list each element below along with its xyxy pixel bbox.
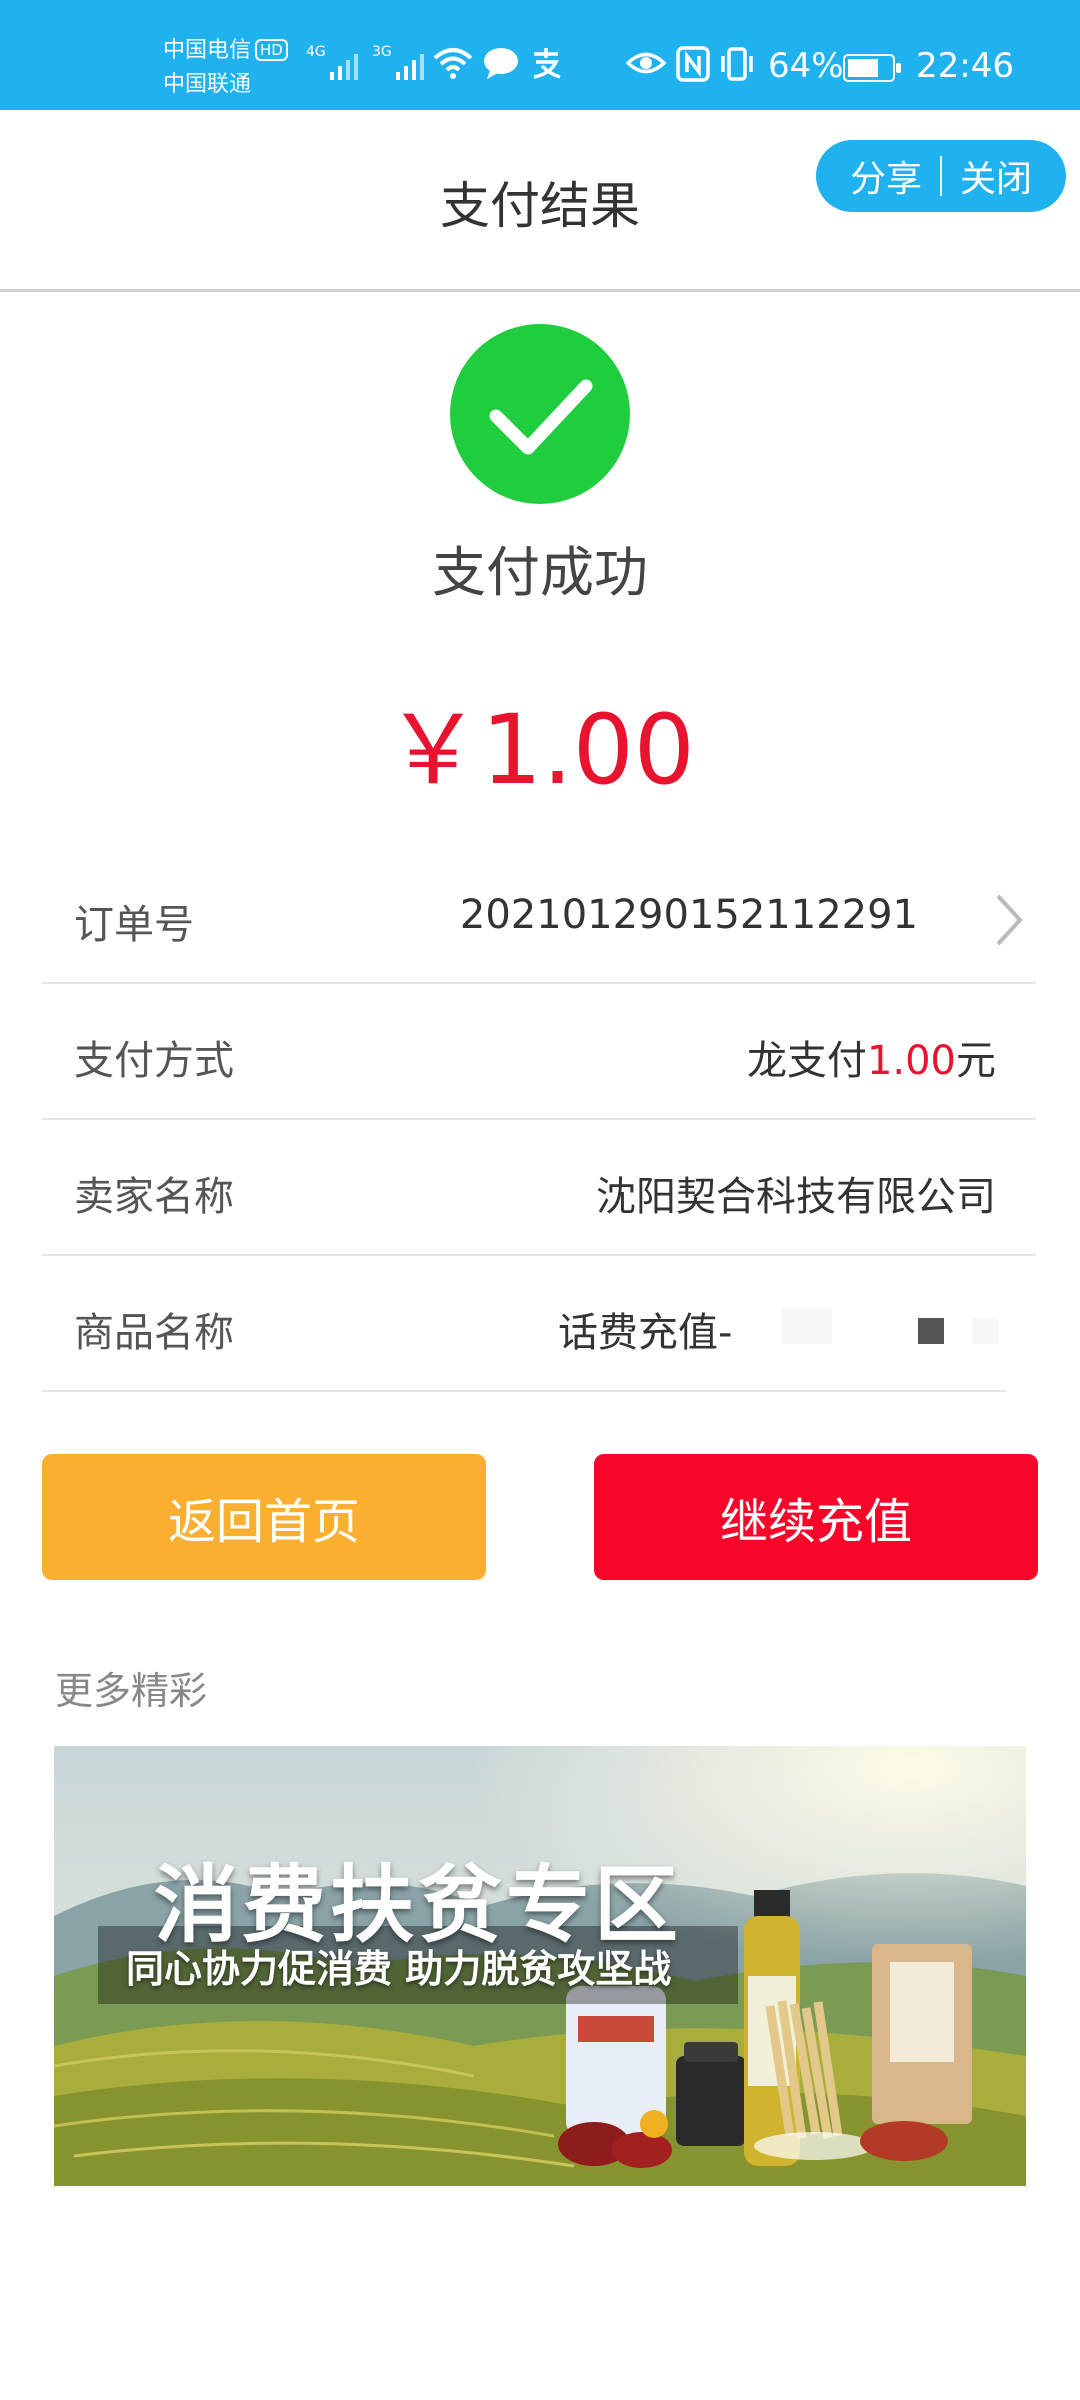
payment-method-label: 支付方式 (74, 1038, 234, 1084)
net-type-1: 4G (306, 44, 326, 60)
seller-value: 沈阳契合科技有限公司 (596, 1174, 996, 1220)
nfc-icon (676, 46, 710, 82)
wifi-icon (433, 48, 473, 79)
redaction-mark (972, 1318, 998, 1344)
redaction-mark (782, 1308, 832, 1344)
product-row: 商品名称 话费充值- (42, 1256, 1006, 1392)
battery-percent: 64% (768, 46, 844, 86)
banner-subtitle: 同心协力促消费 助力脱贫攻坚战 (126, 1947, 672, 1991)
payment-method-unit: 元 (956, 1038, 996, 1084)
share-close-capsule: 分享 关闭 (816, 140, 1066, 212)
vibrate-icon (721, 47, 753, 81)
eye-icon (626, 52, 666, 74)
battery-icon (843, 54, 901, 82)
more-section-title: 更多精彩 (55, 1669, 208, 1713)
payment-method-value: 龙支付1.00元 (747, 1028, 996, 1086)
seller-row: 卖家名称 沈阳契合科技有限公司 (42, 1120, 1036, 1256)
alipay-icon (533, 48, 561, 79)
payment-method-row: 支付方式 龙支付1.00元 (42, 984, 1036, 1120)
back-to-home-button[interactable]: 返回首页 (42, 1454, 486, 1580)
payment-method-name: 龙支付 (746, 1038, 867, 1084)
seller-label: 卖家名称 (74, 1174, 234, 1220)
success-icon (450, 324, 630, 504)
continue-recharge-button[interactable]: 继续充值 (594, 1454, 1038, 1580)
order-number-value: 202101290152112291 (459, 892, 918, 938)
signal-4g-icon: 4G (306, 44, 358, 80)
carrier-1: 中国电信 (163, 38, 252, 63)
hd-badge: HD (255, 39, 288, 61)
net-type-2: 3G (372, 44, 392, 60)
product-value: 话费充值- (558, 1310, 733, 1356)
carrier-2: 中国联通 (163, 72, 252, 97)
payment-method-amount: 1.00 (866, 1038, 956, 1084)
status-bar: 中国电信 HD 中国联通 4G 3G 64% 22:46 (0, 0, 1080, 110)
checkmark-icon (489, 379, 593, 455)
signal-3g-icon: 3G (372, 44, 424, 80)
chat-bubble-icon (484, 48, 518, 79)
poverty-alleviation-banner[interactable]: 消费扶贫专区 同心协力促消费 助力脱贫攻坚战 (54, 1746, 1026, 2186)
payment-amount: ￥1.00 (385, 694, 695, 806)
share-button[interactable]: 分享 (850, 150, 922, 202)
order-number-label: 订单号 (74, 902, 194, 948)
carrier-info: 中国电信 HD 中国联通 (163, 34, 288, 102)
page-header: 支付结果 分享 关闭 (0, 110, 1080, 292)
product-label: 商品名称 (74, 1310, 234, 1356)
payment-status: 支付成功 (432, 541, 648, 604)
chevron-right-icon[interactable] (988, 892, 1028, 948)
capsule-divider (940, 156, 942, 196)
close-button[interactable]: 关闭 (960, 150, 1032, 202)
redaction-mark (918, 1318, 944, 1344)
order-number-row[interactable]: 订单号 202101290152112291 (42, 848, 1036, 984)
clock: 22:46 (916, 46, 1014, 86)
